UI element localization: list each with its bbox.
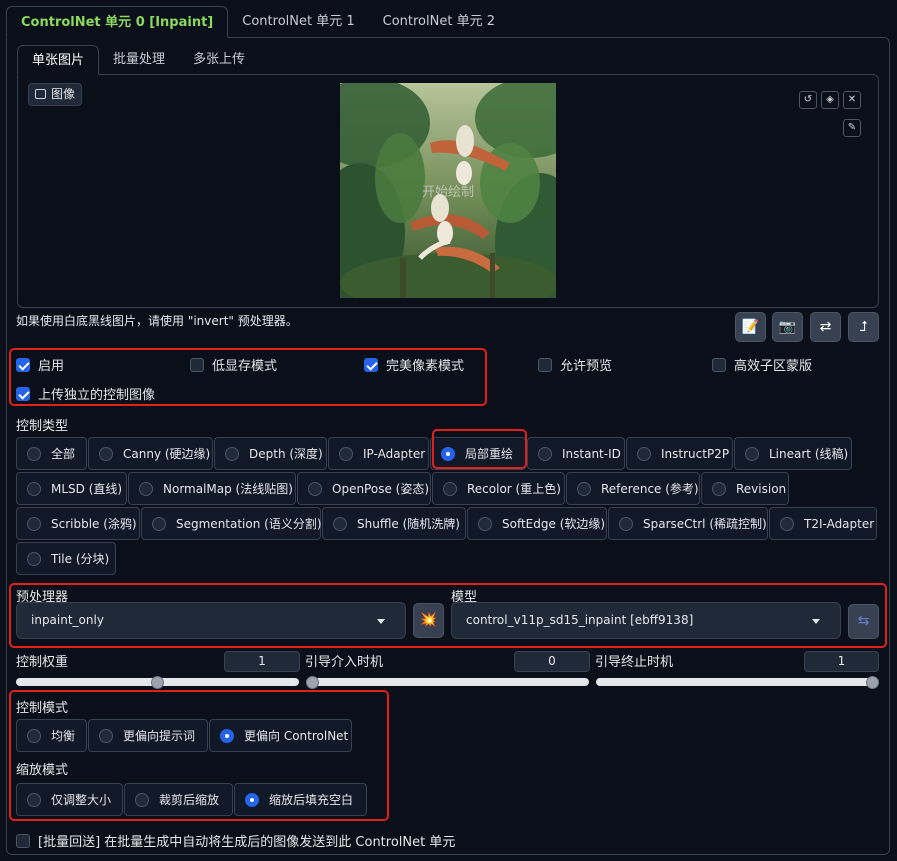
chevron-down-icon	[812, 619, 820, 624]
highlight-inpaint	[432, 429, 527, 469]
canvas-hint: 开始绘制	[421, 185, 474, 200]
type-depth[interactable]: Depth (深度)	[214, 437, 327, 470]
invert-hint: 如果使用白底黑线图片，请使用 "invert" 预处理器。	[16, 314, 298, 328]
tab-batch[interactable]: 批量处理	[99, 45, 179, 75]
image-icon	[35, 89, 46, 99]
resize-fill[interactable]: 缩放后填充空白	[234, 783, 367, 816]
type-lineart[interactable]: Lineart (线稿)	[734, 437, 852, 470]
mode-controlnet[interactable]: 更偏向 ControlNet	[209, 719, 352, 752]
type-sparsectrl[interactable]: SparseCtrl (稀疏控制)	[608, 507, 768, 540]
checkbox-checked-icon	[16, 386, 30, 401]
edit-icon[interactable]: 📝	[735, 312, 766, 342]
type-all[interactable]: 全部	[16, 437, 87, 470]
control-mode-label: 控制模式	[16, 701, 69, 716]
unit-tabs: ControlNet 单元 0 [Inpaint] ControlNet 单元 …	[6, 6, 509, 38]
checkbox-unchecked-icon	[712, 357, 726, 372]
resize-mode-label: 缩放模式	[16, 763, 69, 778]
chevron-down-icon	[377, 619, 385, 624]
checkbox-checked-icon	[16, 357, 30, 372]
type-openpose[interactable]: OpenPose (姿态)	[297, 472, 431, 505]
type-mlsd[interactable]: MLSD (直线)	[16, 472, 127, 505]
effective-region-checkbox[interactable]: 高效子区蒙版	[712, 355, 812, 374]
type-revision[interactable]: Revision	[701, 472, 789, 505]
start-label: 引导介入时机	[305, 655, 384, 670]
tab-single-image[interactable]: 单张图片	[17, 45, 100, 75]
type-tile[interactable]: Tile (分块)	[16, 542, 116, 575]
start-slider[interactable]	[306, 678, 589, 686]
tab-unit-0[interactable]: ControlNet 单元 0 [Inpaint]	[6, 6, 229, 38]
preprocessor-select[interactable]: inpaint_only	[16, 602, 406, 639]
run-preprocessor-icon[interactable]: 💥	[413, 603, 444, 638]
end-label: 引导终止时机	[595, 655, 674, 670]
upload-independent-checkbox[interactable]: 上传独立的控制图像	[16, 384, 155, 403]
start-input[interactable]: 0	[514, 651, 590, 672]
type-segmentation[interactable]: Segmentation (语义分割)	[141, 507, 322, 540]
type-recolor[interactable]: Recolor (重上色)	[432, 472, 565, 505]
checkbox-unchecked-icon	[538, 357, 552, 372]
end-slider-thumb[interactable]	[866, 676, 879, 689]
checkbox-unchecked-icon	[16, 833, 30, 848]
tab-unit-1[interactable]: ControlNet 单元 1	[228, 6, 368, 38]
mode-balanced[interactable]: 均衡	[16, 719, 87, 752]
type-ip-adapter[interactable]: IP-Adapter	[328, 437, 429, 470]
mode-prompt[interactable]: 更偏向提示词	[88, 719, 208, 752]
weight-slider-thumb[interactable]	[151, 676, 164, 689]
clear-button[interactable]: ✕	[843, 91, 861, 109]
uploaded-image[interactable]: 开始绘制	[340, 83, 556, 298]
start-slider-thumb[interactable]	[306, 676, 319, 689]
type-shuffle[interactable]: Shuffle (随机洗牌)	[322, 507, 466, 540]
eraser-button[interactable]: ◈	[821, 91, 839, 109]
tab-unit-2[interactable]: ControlNet 单元 2	[369, 6, 509, 38]
type-normalmap[interactable]: NormalMap (法线贴图)	[128, 472, 296, 505]
pixel-perfect-checkbox[interactable]: 完美像素模式	[364, 355, 464, 374]
undo-button[interactable]: ↺	[799, 91, 817, 109]
image-label: 图像	[28, 83, 83, 106]
type-instant-id[interactable]: Instant-ID	[527, 437, 625, 470]
allow-preview-checkbox[interactable]: 允许预览	[538, 355, 612, 374]
type-canny[interactable]: Canny (硬边缘)	[88, 437, 213, 470]
tab-multi-upload[interactable]: 多张上传	[179, 45, 259, 75]
control-type-label: 控制类型	[16, 419, 69, 434]
type-t2i-adapter[interactable]: T2I-Adapter	[769, 507, 877, 540]
type-softedge[interactable]: SoftEdge (软边缘)	[467, 507, 607, 540]
type-reference[interactable]: Reference (参考)	[566, 472, 700, 505]
camera-icon[interactable]: 📷	[772, 312, 803, 342]
loopback-checkbox[interactable]: [批量回送] 在批量生成中自动将生成后的图像发送到此 ControlNet 单元	[16, 831, 455, 850]
low-vram-checkbox[interactable]: 低显存模式	[190, 355, 277, 374]
weight-label: 控制权重	[16, 655, 69, 670]
checkbox-checked-icon	[364, 357, 378, 372]
send-dimensions-icon[interactable]: ⮥	[848, 312, 879, 342]
checkbox-unchecked-icon	[190, 357, 204, 372]
brush-button[interactable]: ✎	[843, 119, 861, 137]
type-instructp2p[interactable]: InstructP2P	[626, 437, 733, 470]
model-select[interactable]: control_v11p_sd15_inpaint [ebff9138]	[451, 602, 841, 639]
enable-checkbox[interactable]: 启用	[16, 355, 64, 374]
end-slider[interactable]	[596, 678, 879, 686]
resize-just[interactable]: 仅调整大小	[16, 783, 123, 816]
refresh-models-icon[interactable]: ⇆	[848, 604, 879, 639]
end-input[interactable]: 1	[804, 651, 879, 672]
weight-input[interactable]: 1	[224, 651, 300, 672]
resize-crop[interactable]: 裁剪后缩放	[124, 783, 233, 816]
swap-icon[interactable]: ⇄	[810, 312, 841, 342]
type-scribble[interactable]: Scribble (涂鸦)	[16, 507, 140, 540]
input-tabs: 单张图片 批量处理 多张上传	[17, 45, 259, 75]
